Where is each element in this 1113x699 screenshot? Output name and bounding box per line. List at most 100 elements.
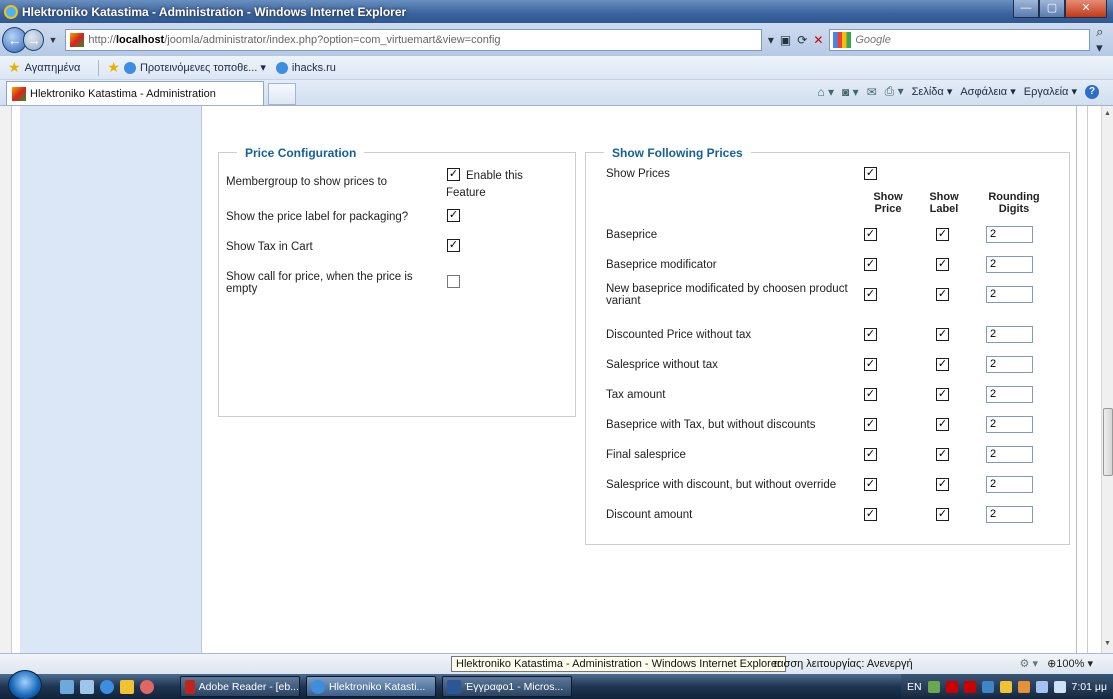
packaging-checkbox[interactable]: ✓ bbox=[447, 209, 460, 222]
tab-active[interactable]: Hlektroniko Katastima - Administration bbox=[6, 81, 264, 105]
rounding-digits-input[interactable]: 2 bbox=[986, 476, 1033, 493]
taskbar-item-label: Hlektroniko Katasti... bbox=[329, 680, 426, 693]
show-desktop-icon[interactable] bbox=[60, 679, 74, 694]
feeds-icon[interactable]: ◙ ▾ bbox=[842, 85, 859, 99]
rounding-digits-input[interactable]: 2 bbox=[986, 386, 1033, 403]
language-indicator[interactable]: EN bbox=[907, 681, 922, 693]
rounding-digits-input[interactable]: 2 bbox=[986, 326, 1033, 343]
show-price-checkbox[interactable]: ✓ bbox=[864, 448, 877, 461]
forward-button[interactable]: → bbox=[23, 28, 45, 51]
membergroup-enable-checkbox[interactable]: ✓ bbox=[447, 168, 460, 181]
page-menu-label: Σελίδα bbox=[911, 86, 944, 98]
scroll-up-icon[interactable]: ▲ bbox=[1104, 110, 1111, 117]
zoom-control[interactable]: ⊕100% ▾ bbox=[1047, 657, 1093, 670]
suggested-sites-label: Προτεινόμενες τοποθε... bbox=[139, 61, 258, 74]
taskbar: Adobe Reader - [eb... Hlektroniko Katast… bbox=[0, 669, 1113, 699]
price-row-label: Baseprice bbox=[606, 229, 658, 241]
rounding-digits-input[interactable]: 2 bbox=[986, 416, 1033, 433]
address-path: /joomla/administrator/index.php?option=c… bbox=[164, 33, 501, 46]
tray-app-icon[interactable] bbox=[927, 680, 940, 693]
show-price-checkbox[interactable]: ✓ bbox=[864, 478, 877, 491]
call-for-price-checkbox[interactable] bbox=[447, 275, 460, 288]
taskbar-item-adobe[interactable]: Adobe Reader - [eb... bbox=[180, 676, 300, 697]
show-label-checkbox[interactable]: ✓ bbox=[936, 388, 949, 401]
rounding-digits-input[interactable]: 2 bbox=[986, 286, 1033, 303]
price-row-label: Discount amount bbox=[606, 509, 693, 521]
scrollbar-thumb[interactable] bbox=[1103, 408, 1113, 476]
rounding-digits-input[interactable]: 2 bbox=[986, 256, 1033, 273]
show-price-checkbox[interactable]: ✓ bbox=[864, 418, 877, 431]
search-input[interactable]: Google bbox=[829, 28, 1091, 51]
show-label-checkbox[interactable]: ✓ bbox=[936, 288, 949, 301]
tooltip: Hlektroniko Katastima - Administration -… bbox=[451, 656, 786, 672]
new-tab-button[interactable] bbox=[268, 83, 296, 105]
rounding-digits-input[interactable]: 2 bbox=[986, 356, 1033, 373]
minimize-button[interactable]: — bbox=[1013, 0, 1039, 18]
switch-windows-icon[interactable] bbox=[80, 679, 94, 694]
refresh-icon[interactable]: ⟳ bbox=[797, 33, 807, 47]
show-label-checkbox[interactable]: ✓ bbox=[936, 418, 949, 431]
favorites-button[interactable]: Αγαπημένα bbox=[25, 62, 81, 74]
bluetooth-icon[interactable] bbox=[981, 680, 994, 693]
stop-icon[interactable]: ✕ bbox=[813, 33, 823, 47]
show-price-checkbox[interactable]: ✓ bbox=[864, 328, 877, 341]
taskbar-item-word[interactable]: Έγγραφο1 - Micros... bbox=[442, 676, 572, 697]
price-configuration-panel: Price Configuration Membergroup to show … bbox=[218, 146, 576, 417]
show-price-checkbox[interactable]: ✓ bbox=[864, 358, 877, 371]
rounding-digits-input[interactable]: 2 bbox=[986, 226, 1033, 243]
show-price-checkbox[interactable]: ✓ bbox=[864, 228, 877, 241]
show-price-checkbox[interactable]: ✓ bbox=[864, 288, 877, 301]
show-label-checkbox[interactable]: ✓ bbox=[936, 478, 949, 491]
show-label-checkbox[interactable]: ✓ bbox=[936, 358, 949, 371]
show-price-checkbox[interactable]: ✓ bbox=[864, 508, 877, 521]
rounding-digits-input[interactable]: 2 bbox=[986, 506, 1033, 523]
ie-quicklaunch-icon[interactable] bbox=[100, 679, 114, 694]
show-label-checkbox[interactable]: ✓ bbox=[936, 448, 949, 461]
maximize-button[interactable]: ▢ bbox=[1039, 0, 1065, 18]
address-toolbar: ← → ▼ http://localhost/joomla/administra… bbox=[0, 23, 1113, 56]
home-icon[interactable]: ⌂ ▾ bbox=[817, 85, 834, 99]
mail-icon[interactable]: ✉ bbox=[867, 85, 877, 99]
address-host: localhost bbox=[115, 33, 165, 46]
network-icon[interactable] bbox=[1035, 680, 1048, 693]
tray-app-icon[interactable] bbox=[945, 680, 958, 693]
security-zone-icon[interactable]: ⚙ ▾ bbox=[1020, 657, 1038, 670]
tray-app-icon[interactable] bbox=[999, 680, 1012, 693]
add-favorite-icon[interactable]: ★ bbox=[107, 59, 120, 76]
tax-in-cart-checkbox[interactable]: ✓ bbox=[447, 239, 460, 252]
show-label-checkbox[interactable]: ✓ bbox=[936, 258, 949, 271]
suggested-sites-link[interactable]: Προτεινόμενες τοποθε... ▾ bbox=[123, 61, 266, 74]
tray-app-icon[interactable] bbox=[963, 680, 976, 693]
show-label-checkbox[interactable]: ✓ bbox=[936, 228, 949, 241]
taskbar-item-ie[interactable]: Hlektroniko Katasti... bbox=[306, 676, 436, 697]
media-icon[interactable] bbox=[120, 679, 134, 694]
close-window-button[interactable]: ✕ bbox=[1065, 0, 1107, 18]
tray-app-icon[interactable] bbox=[1017, 680, 1030, 693]
scroll-down-icon[interactable]: ▼ bbox=[1104, 640, 1111, 647]
vertical-scrollbar[interactable]: ▲ ▼ bbox=[1101, 106, 1113, 653]
address-dropdown-icon[interactable]: ▾ bbox=[768, 33, 774, 47]
tools-menu[interactable]: Εργαλεία ▾ bbox=[1024, 85, 1077, 98]
show-prices-checkbox[interactable]: ✓ bbox=[864, 167, 877, 180]
print-icon[interactable]: ⎙ ▾ bbox=[885, 84, 904, 99]
page-menu[interactable]: Σελίδα ▾ bbox=[912, 85, 953, 98]
compatibility-icon[interactable]: ▣ bbox=[780, 33, 791, 47]
show-label-checkbox[interactable]: ✓ bbox=[936, 508, 949, 521]
volume-icon[interactable] bbox=[1053, 680, 1066, 693]
help-icon[interactable]: ? bbox=[1085, 84, 1099, 99]
show-price-checkbox[interactable]: ✓ bbox=[864, 258, 877, 271]
search-icon[interactable]: ⌕ ▾ bbox=[1096, 24, 1113, 56]
price-row-label: Baseprice with Tax, but without discount… bbox=[606, 419, 816, 431]
history-dropdown-icon[interactable]: ▼ bbox=[48, 35, 57, 45]
start-button[interactable] bbox=[8, 669, 42, 699]
safety-menu[interactable]: Ασφάλεια ▾ bbox=[960, 85, 1015, 98]
address-bar[interactable]: http://localhost/joomla/administrator/in… bbox=[65, 28, 762, 51]
favorites-star-icon[interactable]: ★ bbox=[8, 59, 21, 76]
ihacks-link[interactable]: ihacks.ru bbox=[275, 61, 336, 74]
show-price-checkbox[interactable]: ✓ bbox=[864, 388, 877, 401]
browser-icon[interactable] bbox=[140, 679, 154, 694]
rounding-digits-input[interactable]: 2 bbox=[986, 446, 1033, 463]
clock[interactable]: 7:01 μμ bbox=[1072, 681, 1107, 693]
show-label-checkbox[interactable]: ✓ bbox=[936, 328, 949, 341]
left-sidebar-panel bbox=[20, 106, 202, 653]
